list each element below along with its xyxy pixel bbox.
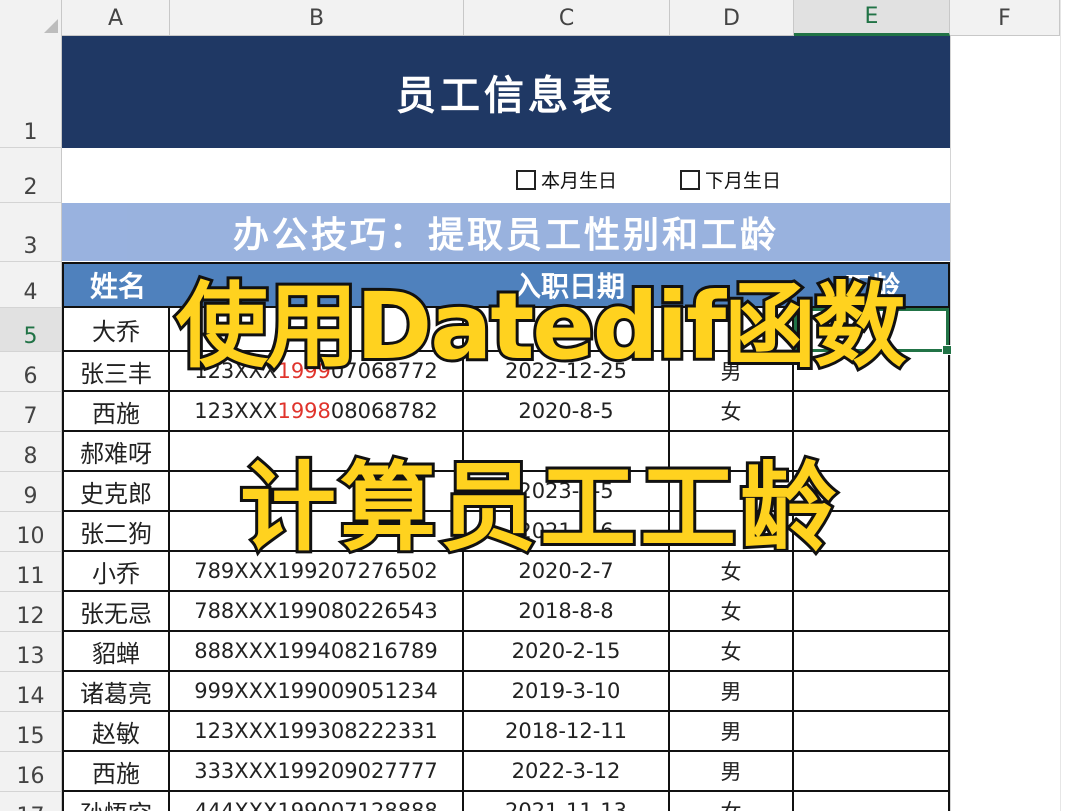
cell-name[interactable]: 赵敏 <box>62 712 170 752</box>
cell-name[interactable]: 西施 <box>62 752 170 792</box>
cell-seniority[interactable] <box>794 752 950 792</box>
cell-name[interactable]: 诸葛亮 <box>62 672 170 712</box>
column-f-gridline <box>950 36 951 811</box>
id-prefix: 123XXX <box>194 399 278 423</box>
cell-date[interactable]: 2021-11-13 <box>464 792 670 811</box>
id-suffix: 08068782 <box>330 399 438 423</box>
row-header-15[interactable]: 15 <box>0 712 62 752</box>
row-header-13[interactable]: 13 <box>0 632 62 672</box>
column-header-e[interactable]: E <box>794 0 950 36</box>
column-header-b[interactable]: B <box>170 0 464 36</box>
row-header-2[interactable]: 2 <box>0 148 62 203</box>
cell-date[interactable]: 2022-3-12 <box>464 752 670 792</box>
overlay-caption-subtitle: 计算员工工龄 <box>237 449 840 567</box>
table-row: 赵敏 123XXX199308222331 2018-12-11 男 <box>62 712 950 752</box>
vertical-scrollbar[interactable] <box>1060 0 1080 811</box>
sheet-title[interactable]: 员工信息表 <box>62 36 950 148</box>
cell-seniority[interactable] <box>794 712 950 752</box>
cell-seniority[interactable] <box>794 792 950 811</box>
checkbox-next-month-birthday[interactable]: 下月生日 <box>680 166 781 193</box>
cell-gender[interactable]: 男 <box>670 672 794 712</box>
cell-gender[interactable]: 女 <box>670 792 794 811</box>
checkbox-label: 本月生日 <box>541 170 618 192</box>
cell-date[interactable]: 2018-8-8 <box>464 592 670 632</box>
row-header-1[interactable]: 1 <box>0 36 62 148</box>
cell-date[interactable]: 2019-3-10 <box>464 672 670 712</box>
cell-date[interactable]: 2020-2-15 <box>464 632 670 672</box>
cell-id[interactable]: 123XXX 1998 08068782 <box>170 392 464 432</box>
cell-gender[interactable]: 男 <box>670 752 794 792</box>
cell-gender[interactable]: 女 <box>670 392 794 432</box>
table-row: 西施 333XXX199209027777 2022-3-12 男 <box>62 752 950 792</box>
table-row: 西施 123XXX 1998 08068782 2020-8-5 女 <box>62 392 950 432</box>
cell-id[interactable]: 888XXX199408216789 <box>170 632 464 672</box>
checkbox-label: 下月生日 <box>705 170 782 192</box>
checkbox-this-month-birthday[interactable]: 本月生日 <box>516 166 617 193</box>
row-header-16[interactable]: 16 <box>0 752 62 792</box>
cell-id[interactable]: 123XXX199308222331 <box>170 712 464 752</box>
column-header-a[interactable]: A <box>62 0 170 36</box>
cell-date[interactable]: 2018-12-11 <box>464 712 670 752</box>
cell-id[interactable]: 333XXX199209027777 <box>170 752 464 792</box>
overlay-caption-title: 使用Datedif函数 <box>173 270 909 383</box>
column-header-f[interactable]: F <box>950 0 1060 36</box>
cell-id[interactable]: 788XXX199080226543 <box>170 592 464 632</box>
cell-name[interactable]: 西施 <box>62 392 170 432</box>
row-header-7[interactable]: 7 <box>0 392 62 432</box>
cell-name[interactable]: 张无忌 <box>62 592 170 632</box>
row-header-12[interactable]: 12 <box>0 592 62 632</box>
table-row: 诸葛亮 999XXX199009051234 2019-3-10 男 <box>62 672 950 712</box>
cell-gender[interactable]: 女 <box>670 632 794 672</box>
cell-seniority[interactable] <box>794 672 950 712</box>
cell-gender[interactable]: 女 <box>670 592 794 632</box>
checkbox-icon[interactable] <box>516 169 536 190</box>
cell-id[interactable]: 444XXX199007128888 <box>170 792 464 811</box>
row-header-17[interactable]: 17 <box>0 792 62 811</box>
checkbox-icon[interactable] <box>680 169 700 190</box>
cell-date[interactable]: 2020-8-5 <box>464 392 670 432</box>
select-all-corner[interactable] <box>0 0 62 36</box>
cell-seniority[interactable] <box>794 632 950 672</box>
cell-id[interactable]: 999XXX199009051234 <box>170 672 464 712</box>
cell-seniority[interactable] <box>794 392 950 432</box>
table-row: 张无忌 788XXX199080226543 2018-8-8 女 <box>62 592 950 632</box>
cell-name[interactable]: 孙悟空 <box>62 792 170 811</box>
spreadsheet: A B C D E F 1 2 3 4 5 6 7 8 9 10 11 12 1… <box>0 0 1080 811</box>
cell-gender[interactable]: 男 <box>670 712 794 752</box>
cell-name[interactable]: 貂蝉 <box>62 632 170 672</box>
column-header-d[interactable]: D <box>670 0 794 36</box>
row-header-14[interactable]: 14 <box>0 672 62 712</box>
cell-seniority[interactable] <box>794 592 950 632</box>
id-birth-year: 1998 <box>277 399 331 423</box>
table-row: 孙悟空 444XXX199007128888 2021-11-13 女 <box>62 792 950 811</box>
table-row: 貂蝉 888XXX199408216789 2020-2-15 女 <box>62 632 950 672</box>
column-header-c[interactable]: C <box>464 0 670 36</box>
